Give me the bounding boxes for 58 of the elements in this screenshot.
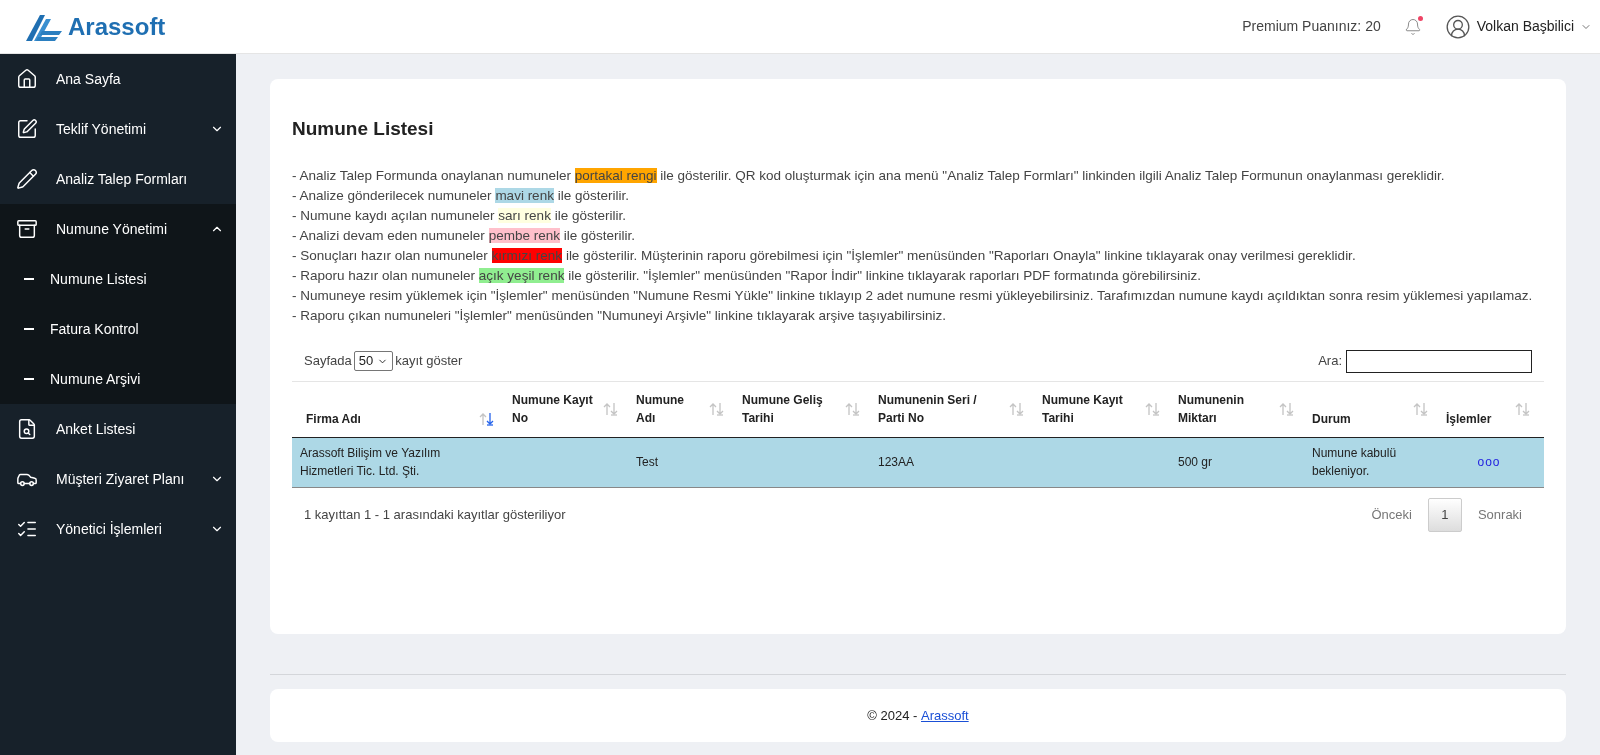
search-field[interactable]: [1346, 349, 1532, 373]
sidebar-subitem[interactable]: Numune Listesi: [0, 254, 236, 304]
home-icon: [16, 68, 38, 90]
sidebar-subitem[interactable]: Fatura Kontrol: [0, 304, 236, 354]
column-header[interactable]: Numunenin Seri / Parti No: [870, 381, 1034, 437]
table-cell-text: 123AA: [878, 454, 915, 471]
sidebar-item[interactable]: Ana Sayfa: [0, 54, 236, 104]
column-header[interactable]: Numune Kayıt Tarihi: [1034, 381, 1170, 437]
sidebar-item[interactable]: Teklif Yönetimi: [0, 104, 236, 154]
dash-icon: [24, 278, 34, 280]
dash-icon: [24, 378, 34, 380]
pencil-icon: [16, 168, 38, 190]
column-header[interactable]: İşlemler: [1438, 381, 1540, 437]
actions-menu[interactable]: ooo: [1477, 453, 1501, 471]
table-info: 1 kayıttan 1 - 1 arasındaki kayıtlar gösteriliyor: [304, 505, 566, 524]
column-header[interactable]: Durum: [1304, 381, 1438, 437]
info-note: - Numune kaydı açılan numuneler sarı renk ile gösterilir.: [292, 206, 627, 225]
page-length-select[interactable]: 50: [353, 351, 394, 371]
column-header[interactable]: Numune Geliş Tarihi: [734, 381, 870, 437]
premium-points: Premium Puanınız: 20: [1242, 17, 1381, 36]
table-cell-text: Test: [636, 454, 658, 471]
dash-icon: [24, 328, 34, 330]
table-cell-text: 500 gr: [1178, 454, 1213, 471]
sidebar-item[interactable]: Müşteri Ziyaret Planı: [0, 454, 236, 504]
column-header[interactable]: Numune Adı: [628, 381, 734, 437]
info-note: - Analiz Talep Formunda onaylanan numuneler portakal rengi ile gösterilir. QR kod oluşturmak için ana menü "Analiz Talep Formları" linkinden ilgili Analiz Talep Formunun onaylanması gereklidir.: [292, 166, 1446, 185]
sidebar-item[interactable]: Analiz Talep Formları: [0, 154, 236, 204]
page-title: Numune Listesi: [292, 117, 435, 141]
table-row[interactable]: Arassoft Bilişim ve Yazılım Hizmetleri Tic. Ltd. Şti. Test 123AA 500 gr Numune kabulü bekleniyor. ooo: [292, 437, 1544, 488]
previous-link[interactable]: Önceki: [1361, 504, 1422, 525]
archive-box-icon: [16, 218, 38, 240]
footer-link[interactable]: Arassoft: [921, 705, 969, 726]
info-note: - Sonuçları hazır olan numuneler kırmızı renk ile gösterilir. Müşterinin raporu görebilmesi için "İşlemler" menüsünden "Raporları Onayla" linkine tıklayarak onay verilmesi gereklidir.: [292, 246, 1357, 265]
next-link[interactable]: Sonraki: [1467, 504, 1532, 525]
bell-icon: [1403, 17, 1422, 36]
table-cell-text: Arassoft Bilişim ve Yazılım Hizmetleri Tic. Ltd. Şti.: [300, 445, 442, 480]
info-note: - Analize gönderilecek numuneler mavi renk ile gösterilir.: [292, 186, 630, 205]
sidebar-item[interactable]: Yönetici İşlemleri: [0, 504, 236, 554]
user-avatar-icon: [1444, 13, 1471, 40]
column-header[interactable]: Firma Adı: [292, 381, 504, 437]
search-label: Ara:: [1318, 352, 1342, 371]
sidebar-item[interactable]: Anket Listesi: [0, 404, 236, 454]
copyright-text: © 2024 -: [867, 706, 919, 725]
logo-text: Arassoft: [68, 11, 166, 42]
table-cell-text: Numune kabulü bekleniyor.: [1312, 445, 1398, 480]
edit-icon: [16, 118, 38, 140]
document-search-icon: [16, 418, 38, 440]
sidebar-subitem[interactable]: Numune Arşivi: [0, 354, 236, 404]
column-header[interactable]: Numune Kayıt No: [504, 381, 628, 437]
page-button[interactable]: 1: [1427, 497, 1462, 532]
length-label: kayıt göster: [395, 352, 463, 371]
info-note: - Analizi devam eden numuneler pembe renk ile gösterilir.: [292, 226, 636, 245]
user-menu[interactable]: Volkan Başbilici: [1444, 13, 1592, 40]
length-label: Sayfada: [304, 352, 352, 371]
column-header[interactable]: Numunenin Miktarı: [1170, 381, 1304, 437]
info-note: - Raporu çıkan numuneleri "İşlemler" menüsünden "Numuneyi Arşivle" linkine tıklayarak arşive taşıyabilirsiniz.: [292, 306, 947, 325]
sidebar-item[interactable]: Numune Yönetimi: [0, 204, 236, 254]
info-note: - Numuneye resim yüklemek için "İşlemler" menüsünden "Numune Resmi Yükle" linkine tıklayıp 2 adet numune resmi yükleyebilirsiniz. Tarafımızdan numune kaydı açıldıktan sonra resim yüklemesi yapılamaz.: [292, 286, 1534, 305]
